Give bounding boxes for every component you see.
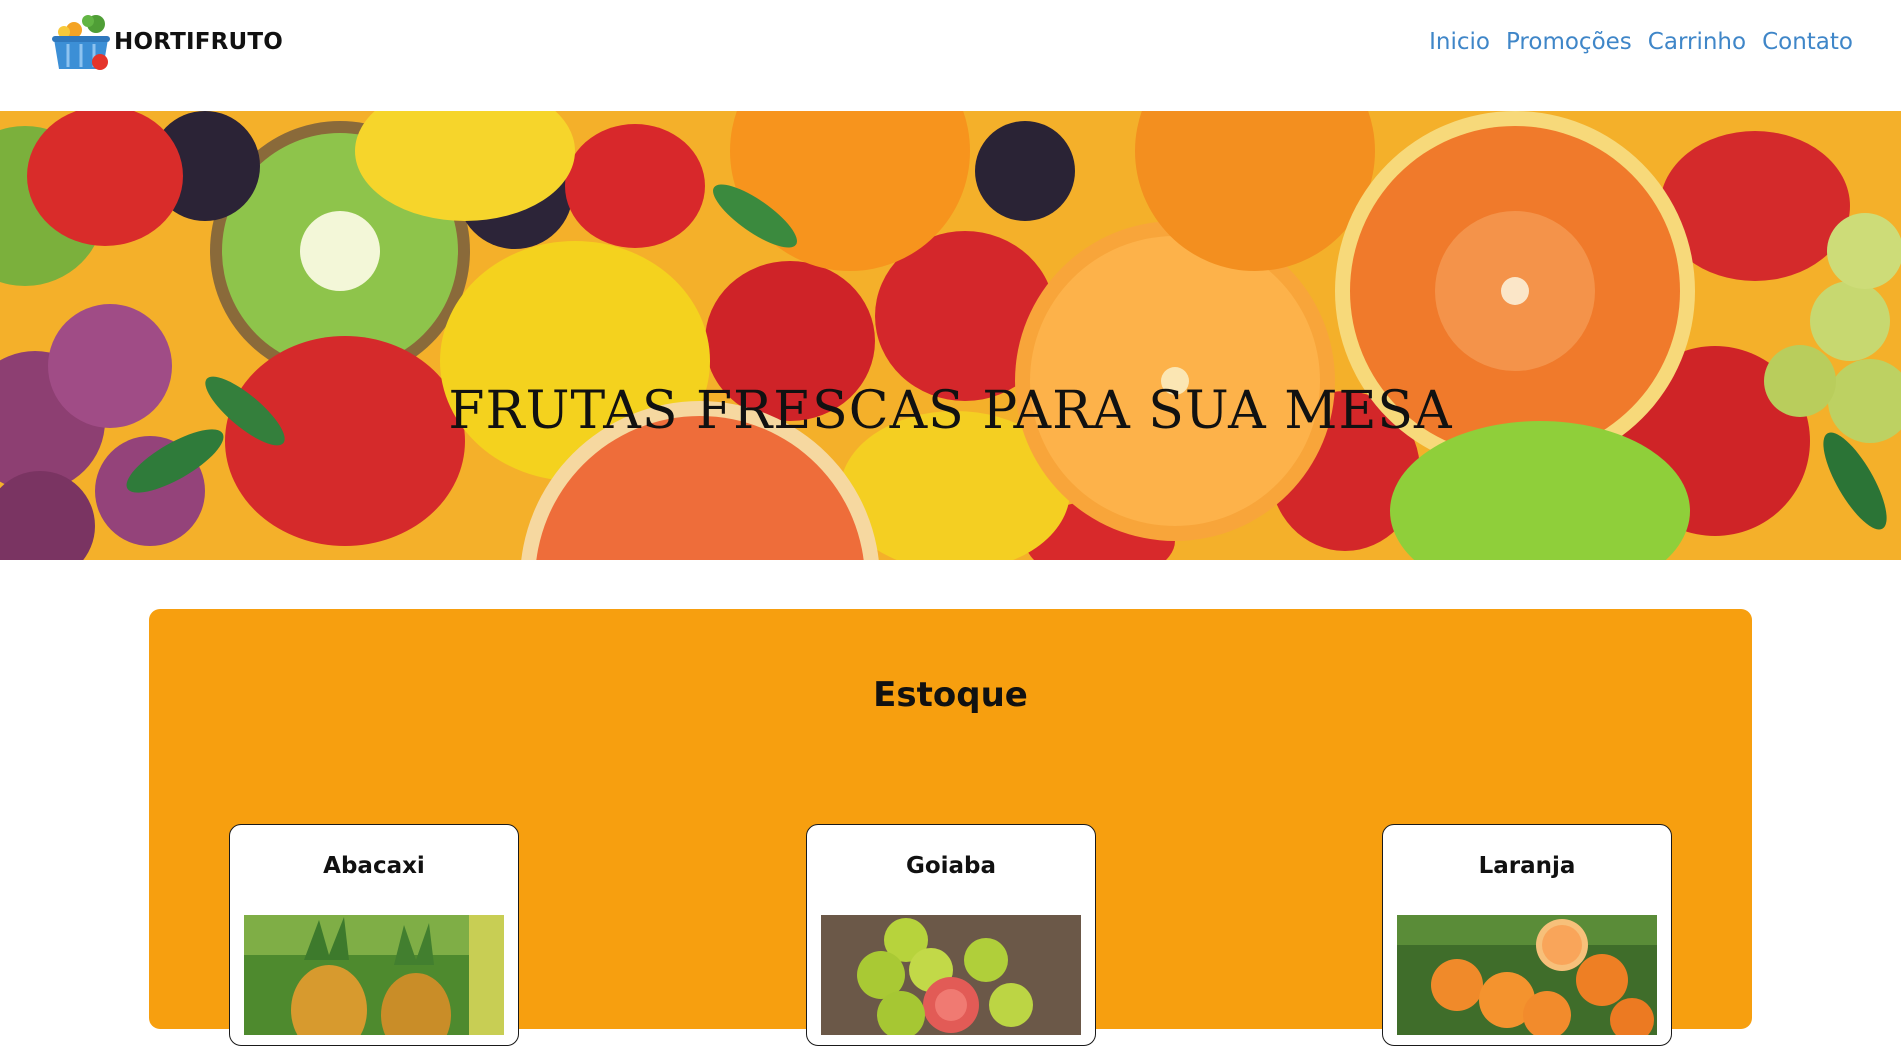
guava-photo: [821, 915, 1081, 1035]
product-card-goiaba[interactable]: Goiaba: [806, 824, 1096, 1046]
product-image: [821, 915, 1081, 1035]
nav-link-promocoes[interactable]: Promoções: [1506, 29, 1632, 55]
product-image: [244, 915, 504, 1035]
site-header: HORTIFRUTO Inicio Promoções Carrinho Con…: [0, 0, 1901, 111]
hero-banner: FRUTAS FRESCAS PARA SUA MESA: [0, 111, 1901, 560]
product-card-laranja[interactable]: Laranja: [1382, 824, 1672, 1046]
nav-link-carrinho[interactable]: Carrinho: [1648, 29, 1746, 55]
product-image: [1397, 915, 1657, 1035]
hero-title: FRUTAS FRESCAS PARA SUA MESA: [448, 381, 1453, 441]
pineapple-photo: [244, 915, 504, 1035]
stock-section: Estoque Abacaxi Goiaba Laranja: [149, 609, 1752, 1046]
fruit-basket-icon[interactable]: [50, 12, 112, 72]
product-name: Abacaxi: [323, 853, 425, 879]
orange-photo: [1397, 915, 1657, 1035]
nav-link-inicio[interactable]: Inicio: [1429, 29, 1490, 55]
product-name: Goiaba: [905, 853, 997, 879]
stock-title: Estoque: [873, 675, 1028, 715]
main-nav: Inicio Promoções Carrinho Contato: [1429, 29, 1853, 55]
nav-link-contato[interactable]: Contato: [1762, 29, 1853, 55]
brand-name[interactable]: HORTIFRUTO: [114, 29, 283, 55]
product-card-abacaxi[interactable]: Abacaxi: [229, 824, 519, 1046]
assorted-fruits-photo: [0, 111, 1901, 560]
product-name: Laranja: [1478, 853, 1576, 879]
